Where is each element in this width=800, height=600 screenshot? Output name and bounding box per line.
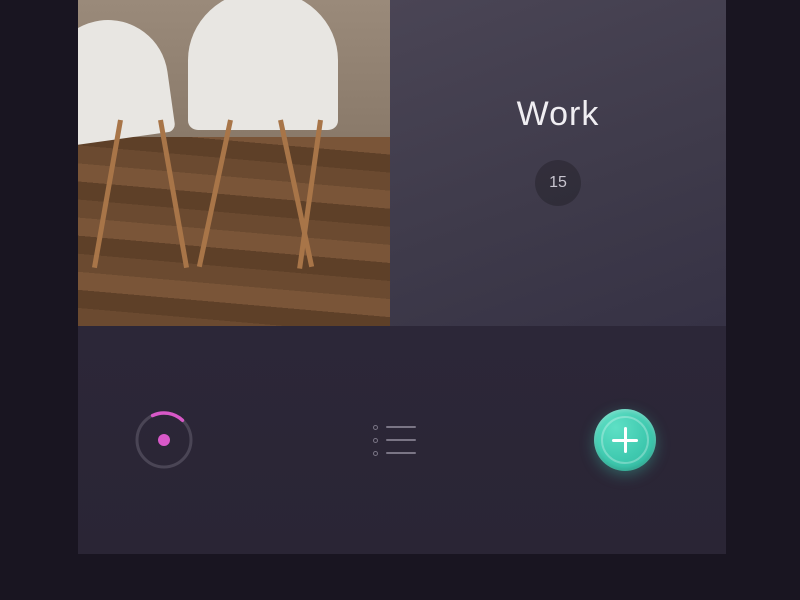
- list-row: [373, 425, 416, 430]
- bullet-icon: [373, 438, 378, 443]
- line-icon: [386, 426, 416, 428]
- nav-add-button[interactable]: [594, 409, 656, 471]
- bullet-icon: [373, 425, 378, 430]
- tile-row: Work 15: [78, 0, 726, 326]
- category-image-tile[interactable]: [78, 0, 390, 326]
- category-tile-work[interactable]: Work 15: [390, 0, 726, 326]
- app-panel: Work 15: [78, 0, 726, 554]
- nav-list-button[interactable]: [373, 425, 416, 456]
- category-count: 15: [549, 174, 567, 192]
- bullet-icon: [373, 451, 378, 456]
- wood-floor: [78, 137, 390, 326]
- line-icon: [386, 452, 416, 454]
- category-title: Work: [517, 95, 600, 134]
- plus-icon: [594, 409, 656, 471]
- bottom-nav-bar: [78, 326, 726, 554]
- plus-vertical: [624, 427, 627, 453]
- chair-shape: [188, 0, 338, 130]
- nav-progress-button[interactable]: [133, 409, 195, 471]
- list-row: [373, 438, 416, 443]
- progress-dot-icon: [158, 434, 170, 446]
- category-count-badge: 15: [535, 160, 581, 206]
- list-row: [373, 451, 416, 456]
- list-icon: [373, 425, 416, 456]
- line-icon: [386, 439, 416, 441]
- progress-ring-icon: [133, 409, 195, 471]
